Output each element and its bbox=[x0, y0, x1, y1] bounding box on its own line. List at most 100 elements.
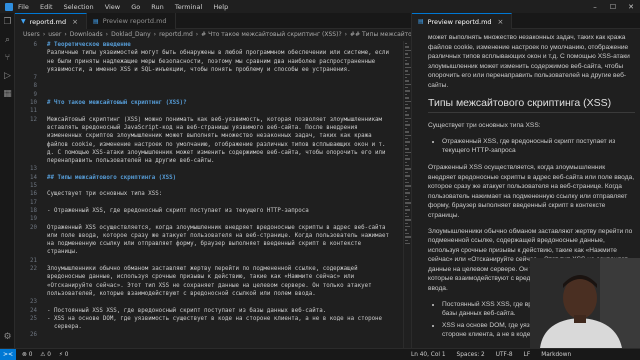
code-line[interactable]: 11 bbox=[15, 107, 403, 115]
menu-edit[interactable]: Edit bbox=[40, 3, 53, 11]
minimap[interactable] bbox=[403, 41, 411, 348]
line-number bbox=[15, 290, 47, 298]
code-line[interactable]: страницы. bbox=[15, 248, 403, 256]
code-line[interactable]: 7 bbox=[15, 74, 403, 82]
minimize-icon[interactable]: – bbox=[586, 0, 604, 13]
menu-run[interactable]: Run bbox=[151, 3, 163, 11]
code-line[interactable]: на подмененную ссылку или отправляет фор… bbox=[15, 240, 403, 248]
code-editor[interactable]: 6 # Теоретическое введение Различные типы … bbox=[15, 41, 403, 348]
code-text: - XSS на основе DOM, где уязвимость суще… bbox=[47, 315, 383, 322]
tab-reportd-md[interactable]: ▼ reportd.md × bbox=[15, 13, 88, 29]
code-line[interactable]: Различные типы уязвимостей могут быть об… bbox=[15, 49, 403, 57]
menu-view[interactable]: View bbox=[105, 3, 120, 11]
code-line[interactable]: 26 bbox=[15, 331, 403, 339]
code-line[interactable]: «Отсканируйте сейчас». Этот тип XSS не с… bbox=[15, 282, 403, 290]
menu-terminal[interactable]: Terminal bbox=[175, 3, 202, 11]
code-line[interactable]: 12 Межсайтовый скриптинг (XSS) можно пони… bbox=[15, 116, 403, 124]
code-line[interactable]: 18 - Отраженный XSS, где вредоносный скри… bbox=[15, 207, 403, 215]
run-debug-icon[interactable]: ▷ bbox=[0, 67, 15, 85]
close-icon[interactable]: ✕ bbox=[622, 0, 640, 13]
breadcrumb-item[interactable]: Downloads bbox=[70, 31, 103, 38]
code-text: ## Типы межсайтового скриптинга (XSS) bbox=[47, 174, 177, 181]
menu-go[interactable]: Go bbox=[131, 3, 140, 11]
tab-preview-reportd-md[interactable]: ▤ Preview reportd.md bbox=[87, 13, 176, 29]
code-line[interactable]: 14 ## Типы межсайтового скриптинга (XSS) bbox=[15, 174, 403, 182]
minimap-line bbox=[405, 59, 407, 62]
breadcrumb-item[interactable]: ## Типы межсайтового скриптинга (XSS) bbox=[350, 31, 411, 38]
list-item: Отраженный XSS, где вредоносный скрипт п… bbox=[442, 137, 635, 156]
tab-label: Preview reportd.md bbox=[427, 17, 492, 26]
line-number bbox=[15, 240, 47, 248]
code-line[interactable]: 21 bbox=[15, 257, 403, 265]
code-line[interactable]: 25 - XSS на основе DOM, где уязвимость су… bbox=[15, 315, 403, 323]
remote-indicator[interactable]: >< bbox=[0, 348, 16, 360]
menu-help[interactable]: Help bbox=[213, 3, 228, 11]
minimap-line bbox=[405, 70, 408, 72]
status-right: Ln 40, Col 1 Spaces: 2 UTF-8 LF Markdown bbox=[411, 352, 582, 358]
menu-file[interactable]: File bbox=[18, 3, 29, 11]
cursor-position[interactable]: Ln 40, Col 1 bbox=[411, 352, 446, 358]
menu-selection[interactable]: Selection bbox=[64, 3, 94, 11]
language-mode[interactable]: Markdown bbox=[541, 352, 571, 358]
code-line[interactable]: пользователей, которые взаимодействуют с… bbox=[15, 290, 403, 298]
code-line[interactable]: 20 Отраженный XSS осуществляется, когда з… bbox=[15, 224, 403, 232]
breadcrumb-item[interactable]: # Что такое межсайтовый скриптинг (XSS)? bbox=[201, 31, 341, 38]
end-of-line[interactable]: LF bbox=[524, 352, 531, 358]
code-line[interactable]: 22 Злоумышленники обычно обманом заставля… bbox=[15, 265, 403, 273]
code-line[interactable]: измененных скриптов злоумышленник может … bbox=[15, 132, 403, 140]
code-line[interactable]: перенаправить пользователей на другие ве… bbox=[15, 157, 403, 165]
minimap-line bbox=[405, 239, 408, 242]
code-line[interactable]: 23 bbox=[15, 298, 403, 306]
code-line[interactable]: 19 bbox=[15, 215, 403, 223]
person-image bbox=[530, 258, 640, 348]
line-number bbox=[15, 124, 47, 132]
code-line[interactable]: 10 # Что такое межсайтовый скриптинг (XSS… bbox=[15, 99, 403, 107]
line-number bbox=[15, 323, 47, 331]
settings-gear-icon[interactable]: ⚙ bbox=[0, 328, 15, 346]
code-line[interactable]: сервера. bbox=[15, 323, 403, 331]
tab-close-icon[interactable]: × bbox=[72, 18, 78, 26]
code-line[interactable]: 16 Существует три основных типа XSS: bbox=[15, 190, 403, 198]
code-line[interactable]: 9 bbox=[15, 91, 403, 99]
code-line[interactable]: 17 bbox=[15, 199, 403, 207]
tab-preview[interactable]: ▤ Preview reportd.md × bbox=[412, 13, 513, 29]
indentation[interactable]: Spaces: 2 bbox=[457, 352, 485, 358]
warnings-count: ⚠ 0 bbox=[40, 351, 51, 358]
problems-indicator[interactable]: ⊗ 0 ⚠ 0 ⚡ 0 bbox=[16, 352, 68, 358]
line-number: 26 bbox=[30, 332, 37, 339]
code-line[interactable]: 24 - Постоянный XSS XSS, где вредоносный … bbox=[15, 307, 403, 315]
code-line[interactable]: вставлять вредоносный JavaScript-код на … bbox=[15, 124, 403, 132]
breadcrumb-item[interactable]: Doklad_Dany bbox=[111, 31, 151, 38]
minimap-line bbox=[405, 97, 409, 99]
code-line[interactable]: 6 # Теоретическое введение bbox=[15, 41, 403, 49]
code-text: # Что такое межсайтовый скриптинг (XSS)? bbox=[47, 100, 187, 107]
explorer-icon[interactable]: ❐ bbox=[0, 13, 15, 31]
preview-icon: ▤ bbox=[418, 18, 424, 25]
code-line[interactable]: вредоносные данные, используя срочные пр… bbox=[15, 273, 403, 281]
source-control-icon[interactable]: ⑂ bbox=[0, 49, 15, 67]
breadcrumb-item[interactable]: Users bbox=[23, 31, 40, 38]
code-line[interactable]: уязвимости, а именно XSS и SQL-инъекции,… bbox=[15, 66, 403, 74]
breadcrumb-item[interactable]: user bbox=[48, 31, 61, 38]
tab-close-icon[interactable]: × bbox=[498, 18, 504, 26]
extensions-icon[interactable]: ▦ bbox=[0, 85, 15, 103]
minimap-line bbox=[405, 144, 407, 147]
breadcrumb-item[interactable]: reportd.md bbox=[159, 31, 193, 38]
code-line[interactable]: 15 bbox=[15, 182, 403, 190]
code-line[interactable]: не были приняты надлежащие меры безопасн… bbox=[15, 58, 403, 66]
code-text: сервера. bbox=[47, 324, 82, 331]
code-line[interactable]: 13 bbox=[15, 165, 403, 173]
minimap-line bbox=[405, 192, 410, 194]
line-number: 24 bbox=[30, 307, 37, 314]
maximize-icon[interactable]: ☐ bbox=[604, 0, 622, 13]
preview-paragraph: Отраженный XSS осуществляется, когда зло… bbox=[428, 163, 635, 219]
encoding[interactable]: UTF-8 bbox=[496, 352, 513, 358]
search-icon[interactable]: ⌕ bbox=[0, 31, 15, 49]
code-line[interactable]: 8 bbox=[15, 82, 403, 90]
editor-tabs: ▼ reportd.md × ▤ Preview reportd.md bbox=[15, 13, 411, 29]
code-line[interactable]: файлов cookie, изменение настроек по умо… bbox=[15, 141, 403, 149]
minimap-line bbox=[405, 73, 410, 75]
code-line[interactable]: д. С помощью XSS-атаки злоумышленник мож… bbox=[15, 149, 403, 157]
code-text: # Теоретическое введение bbox=[47, 42, 131, 48]
code-line[interactable]: или поле ввода, которое сразу же атакует… bbox=[15, 232, 403, 240]
